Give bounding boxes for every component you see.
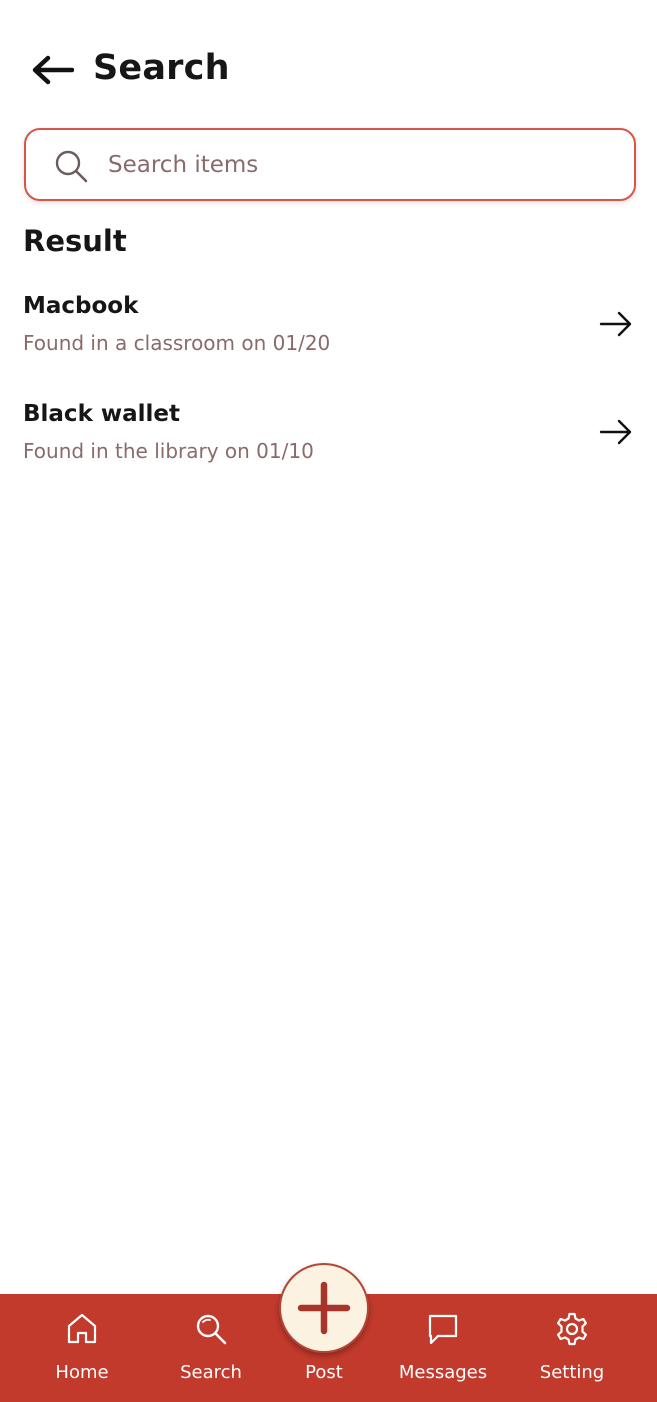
page-title: Search (93, 48, 230, 88)
nav-item-home[interactable]: Home (41, 1294, 123, 1402)
result-subtitle: Found in the library on 01/10 (23, 439, 314, 463)
nav-label-setting: Setting (539, 1362, 605, 1383)
nav-item-search[interactable]: Search (170, 1294, 252, 1402)
search-icon (55, 150, 88, 183)
plus-icon (297, 1281, 351, 1335)
arrow-right-icon[interactable] (598, 308, 634, 340)
result-list: Macbook Found in a classroom on 01/20 Bl… (0, 280, 657, 496)
post-button[interactable] (279, 1263, 369, 1353)
result-subtitle: Found in a classroom on 01/20 (23, 331, 331, 355)
result-heading: Result (23, 224, 127, 258)
nav-item-setting[interactable]: Setting (530, 1294, 614, 1402)
nav-item-messages[interactable]: Messages (391, 1294, 495, 1402)
message-icon (428, 1314, 458, 1345)
arrow-right-icon[interactable] (598, 416, 634, 448)
search-icon (196, 1314, 227, 1345)
nav-label-post[interactable]: Post (282, 1362, 366, 1383)
result-title: Black wallet (23, 401, 181, 427)
nav-label-search: Search (180, 1362, 242, 1383)
result-item[interactable]: Macbook Found in a classroom on 01/20 (0, 280, 657, 388)
search-box[interactable] (24, 128, 636, 201)
nav-label-home: Home (55, 1362, 109, 1383)
back-button[interactable] (28, 50, 76, 90)
result-item[interactable]: Black wallet Found in the library on 01/… (0, 388, 657, 496)
nav-label-messages: Messages (398, 1362, 488, 1383)
home-icon (67, 1313, 97, 1344)
arrow-left-icon (32, 55, 74, 85)
app-header: Search (0, 0, 657, 120)
search-input[interactable] (108, 144, 608, 186)
gear-icon (557, 1312, 587, 1346)
result-title: Macbook (23, 293, 139, 319)
